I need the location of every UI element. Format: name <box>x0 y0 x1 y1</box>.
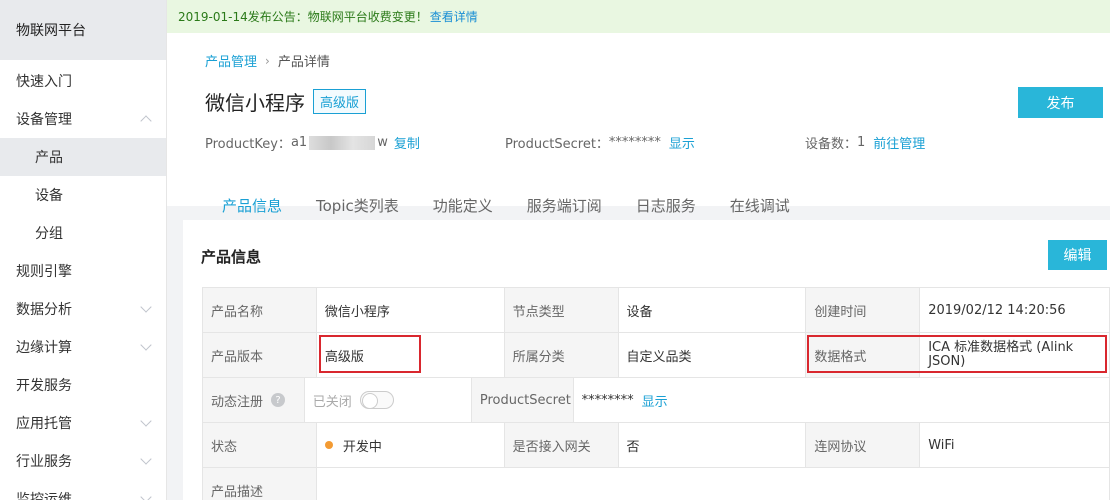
gateway-label: 是否接入网关 <box>504 423 619 467</box>
page-title: 微信小程序 <box>205 91 305 115</box>
sidebar-brand[interactable]: 物联网平台 <box>0 0 166 60</box>
breadcrumb-current: 产品详情 <box>277 55 330 70</box>
copy-productkey-link[interactable]: 复制 <box>394 133 420 152</box>
breadcrumb-product-management[interactable]: 产品管理 <box>205 51 257 70</box>
chevron-down-icon <box>140 453 152 465</box>
sidebar-item-data-analysis[interactable]: 数据分析 <box>0 290 166 328</box>
row-show-secret-link[interactable]: 显示 <box>642 391 668 410</box>
node-type-value: 设备 <box>619 288 807 332</box>
help-icon[interactable]: ? <box>271 393 286 407</box>
table-row: 状态 开发中 是否接入网关 否 连网协议 WiFi <box>203 423 1110 468</box>
sidebar-item-dev-services[interactable]: 开发服务 <box>0 366 166 404</box>
device-count-value: 1 <box>857 135 866 150</box>
description-value <box>317 468 1110 500</box>
table-row: 产品版本 高级版 所属分类 自定义品类 数据格式 ICA 标准数据格式 (Ali… <box>203 333 1110 378</box>
protocol-value: WiFi <box>920 423 1110 467</box>
productkey-suffix: w <box>377 135 388 150</box>
notice-details-link[interactable]: 查看详情 <box>430 8 478 25</box>
notice-text: 2019-01-14发布公告：物联网平台收费变更！ <box>178 10 428 24</box>
chevron-down-icon <box>140 339 152 351</box>
category-label: 所属分类 <box>504 333 619 377</box>
status-cell: 开发中 <box>317 423 505 467</box>
row-secret-value: ******** <box>581 392 634 408</box>
dynamic-register-label-cell: 动态注册 ? <box>203 378 305 422</box>
category-value: 自定义品类 <box>619 333 807 377</box>
product-name-label: 产品名称 <box>203 288 317 332</box>
device-count-group: 设备数： 1 前往管理 <box>805 133 925 152</box>
description-label: 产品描述 <box>203 468 317 500</box>
dynamic-register-toggle[interactable] <box>359 391 394 409</box>
title-row: 微信小程序 高级版 <box>205 87 367 116</box>
sidebar-item-quickstart[interactable]: 快速入门 <box>0 62 166 100</box>
device-count-label: 设备数： <box>805 137 858 152</box>
status-label: 状态 <box>203 423 317 467</box>
data-format-value: ICA 标准数据格式 (Alink JSON) <box>920 333 1110 377</box>
row-secret-label: ProductSecret <box>471 378 574 422</box>
data-format-label-cell: 数据格式 <box>806 333 1108 377</box>
highlight-box <box>318 335 421 373</box>
created-time-label: 创建时间 <box>806 288 921 332</box>
status-dot-icon <box>324 441 333 449</box>
chevron-down-icon <box>140 491 152 500</box>
node-type-label: 节点类型 <box>504 288 619 332</box>
productkey-label: ProductKey： <box>205 137 291 152</box>
sidebar-item-industry-services[interactable]: 行业服务 <box>0 442 166 480</box>
chevron-down-icon <box>140 301 152 313</box>
show-secret-link[interactable]: 显示 <box>669 133 695 152</box>
productkey-prefix: a1 <box>290 135 308 150</box>
product-edition-label: 产品版本 <box>203 333 317 377</box>
table-row: 产品名称 微信小程序 节点类型 设备 创建时间 2019/02/12 14:20… <box>203 288 1110 333</box>
productsecret-value: ******** <box>608 135 661 150</box>
productkey-mask <box>309 135 376 150</box>
table-row: 动态注册 ? 已关闭 ProductSecret ******** 显示 <box>203 378 1110 423</box>
protocol-label: 连网协议 <box>806 423 921 467</box>
productsecret-label: ProductSecret： <box>505 137 609 152</box>
dynamic-register-cell: 已关闭 <box>305 378 472 422</box>
dynamic-register-label: 动态注册 <box>211 394 264 410</box>
created-time-value: 2019/02/12 14:20:56 <box>920 288 1110 332</box>
product-edition-cell: 高级版 <box>317 333 505 377</box>
chevron-up-icon <box>140 115 152 127</box>
sidebar-item-devices[interactable]: 设备 <box>0 176 166 214</box>
productkey-group: ProductKey： a1 w 复制 <box>205 133 420 152</box>
edit-button[interactable]: 编辑 <box>1048 240 1107 270</box>
product-meta-row: ProductKey： a1 w 复制 ProductSecret： *****… <box>205 133 1065 153</box>
panel-title: 产品信息 <box>201 248 262 266</box>
sidebar-item-products[interactable]: 产品 <box>0 138 166 176</box>
product-header: 产品管理 › 产品详情 微信小程序 高级版 发布 ProductKey： a1 … <box>167 33 1110 239</box>
publish-button[interactable]: 发布 <box>1018 87 1103 118</box>
row-secret-cell: ******** 显示 <box>574 378 1110 422</box>
sidebar-item-rule-engine[interactable]: 规则引擎 <box>0 252 166 290</box>
dynamic-register-status: 已关闭 <box>312 394 352 410</box>
notice-bar: 2019-01-14发布公告：物联网平台收费变更！ 查看详情 <box>167 0 1110 33</box>
sidebar-item-edge-computing[interactable]: 边缘计算 <box>0 328 166 366</box>
gateway-value: 否 <box>619 423 807 467</box>
table-row: 产品描述 <box>203 468 1110 500</box>
sidebar-item-app-hosting[interactable]: 应用托管 <box>0 404 166 442</box>
breadcrumb: 产品管理 › 产品详情 <box>205 51 330 71</box>
sidebar-item-device-management[interactable]: 设备管理 <box>0 100 166 138</box>
sidebar-item-monitoring[interactable]: 监控运维 <box>0 480 166 500</box>
status-value: 开发中 <box>342 439 382 455</box>
product-name-value: 微信小程序 <box>317 288 505 332</box>
product-info-table: 产品名称 微信小程序 节点类型 设备 创建时间 2019/02/12 14:20… <box>202 287 1110 500</box>
sidebar-item-groups[interactable]: 分组 <box>0 214 166 252</box>
sidebar-menu: 快速入门 设备管理 产品 设备 分组 规则引擎 数据分析 边缘计算 开发服务 应… <box>0 60 166 500</box>
chevron-down-icon <box>140 415 152 427</box>
sidebar: 物联网平台 快速入门 设备管理 产品 设备 分组 规则引擎 数据分析 边缘计算 … <box>0 0 167 500</box>
chevron-right-icon: › <box>265 53 270 68</box>
main-content: 2019-01-14发布公告：物联网平台收费变更！ 查看详情 产品管理 › 产品… <box>167 0 1110 500</box>
product-info-panel: 产品信息 编辑 产品名称 微信小程序 节点类型 设备 创建时间 2019/02/… <box>183 220 1110 500</box>
edition-tag: 高级版 <box>313 89 367 114</box>
productsecret-group: ProductSecret： ******** 显示 <box>505 133 695 152</box>
manage-devices-link[interactable]: 前往管理 <box>873 133 925 152</box>
